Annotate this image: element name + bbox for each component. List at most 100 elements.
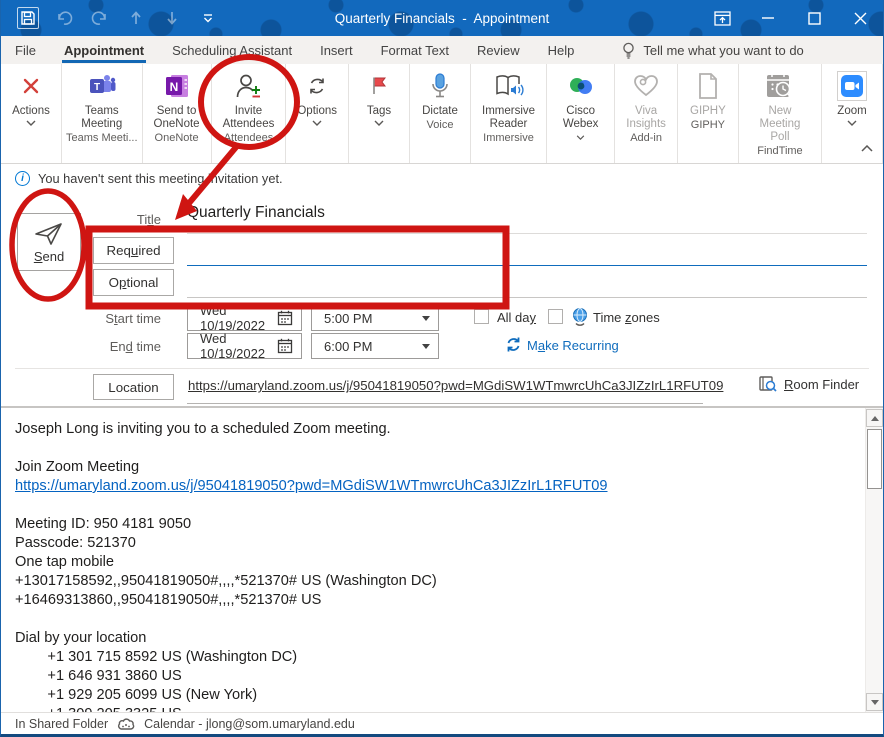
move-down-icon[interactable]: [161, 7, 183, 29]
chevron-down-icon: [312, 120, 322, 126]
optional-field-underline: [187, 297, 867, 298]
zoom-meeting-link[interactable]: https://umaryland.zoom.us/j/95041819050?…: [15, 477, 853, 496]
redo-icon[interactable]: [89, 7, 111, 29]
ribbon-group-tags: Tags: [349, 64, 410, 163]
end-time-dropdown[interactable]: 6:00 PM: [311, 333, 439, 359]
info-text: You haven't sent this meeting invitation…: [38, 171, 283, 186]
ribbon-display-options-icon[interactable]: [699, 0, 745, 36]
globe-icon: [571, 307, 589, 326]
optional-button[interactable]: Optional: [93, 269, 174, 296]
minimize-icon[interactable]: [745, 0, 791, 36]
body-line-one-tap-1: +13017158592,,95041819050#,,,,*521370# U…: [15, 572, 853, 591]
tab-file[interactable]: File: [1, 36, 50, 64]
room-finder-icon: [759, 375, 777, 393]
immersive-reader-icon: [494, 70, 524, 102]
options-icon: [306, 70, 328, 102]
all-day-label: All day: [497, 310, 536, 325]
tab-appointment[interactable]: Appointment: [50, 36, 158, 64]
collapse-ribbon-icon[interactable]: [861, 139, 873, 157]
options-button[interactable]: Options: [290, 67, 344, 126]
ribbon-group-giphy: GIPHY GIPHY: [678, 64, 739, 163]
viva-insights-button[interactable]: VivaInsights: [619, 67, 673, 131]
time-zones-label[interactable]: Time zones: [593, 310, 660, 325]
body-line: [15, 610, 853, 629]
body-line: [15, 439, 853, 458]
tab-review[interactable]: Review: [463, 36, 534, 64]
giphy-button[interactable]: GIPHY: [682, 67, 734, 118]
scrollbar-thumb[interactable]: [867, 429, 882, 489]
onenote-icon: N: [164, 70, 190, 102]
tell-me-box[interactable]: Tell me what you want to do: [622, 42, 803, 59]
group-caption-teams[interactable]: Teams Meeti...: [66, 131, 138, 148]
teams-meeting-button[interactable]: T TeamsMeeting: [74, 67, 129, 131]
group-caption-add-in[interactable]: Add-in: [630, 131, 662, 148]
make-recurring-link[interactable]: Make Recurring: [527, 338, 619, 353]
body-line-one-tap-2: +16469313860,,95041819050#,,,,*521370# U…: [15, 591, 853, 610]
ribbon-group-teams-meeting: T TeamsMeeting Teams Meeti...: [62, 64, 143, 163]
tell-me-label: Tell me what you want to do: [643, 43, 803, 58]
quick-access-toolbar: [1, 7, 271, 29]
end-date-picker[interactable]: Wed 10/19/2022: [187, 333, 302, 359]
required-field-underline: [187, 265, 867, 266]
ribbon-group-options: Options: [286, 64, 349, 163]
customize-quick-access-toolbar-icon[interactable]: [197, 7, 219, 29]
body-line-meeting-id: Meeting ID: 950 4181 9050: [15, 515, 853, 534]
body-line-dial-4: +1 309 205 3325 US: [15, 705, 853, 712]
tab-help[interactable]: Help: [534, 36, 589, 64]
room-finder-button[interactable]: Room Finder: [759, 375, 859, 393]
ribbon-group-zoom: Zoom: [822, 64, 883, 163]
ribbon-group-webex: CiscoWebex: [547, 64, 615, 163]
start-date-picker[interactable]: Wed 10/19/2022: [187, 305, 302, 331]
ribbon-tab-bar: File Appointment Scheduling Assistant In…: [1, 36, 883, 64]
vertical-scrollbar[interactable]: [865, 408, 883, 712]
zoom-button[interactable]: Zoom: [826, 67, 878, 126]
immersive-reader-button[interactable]: ImmersiveReader: [475, 67, 542, 131]
save-icon[interactable]: [17, 7, 39, 29]
invite-attendees-button[interactable]: InviteAttendees: [216, 67, 282, 131]
group-caption-giphy[interactable]: GIPHY: [691, 118, 725, 135]
time-zones-checkbox[interactable]: [548, 309, 563, 324]
calendar-icon: [277, 310, 293, 326]
undo-icon[interactable]: [53, 7, 75, 29]
ribbon-group-findtime: NewMeeting Poll FindTime: [739, 64, 822, 163]
group-caption-onenote[interactable]: OneNote: [155, 131, 199, 148]
group-caption-findtime[interactable]: FindTime: [757, 144, 802, 161]
tags-button[interactable]: Tags: [353, 67, 405, 126]
info-bar: i You haven't sent this meeting invitati…: [1, 164, 883, 192]
lightbulb-icon: [622, 42, 635, 59]
title-label: Title: [61, 212, 161, 227]
tab-insert[interactable]: Insert: [306, 36, 367, 64]
ribbon-group-immersive: ImmersiveReader Immersive: [471, 64, 547, 163]
message-body[interactable]: Joseph Long is inviting you to a schedul…: [1, 407, 883, 712]
move-up-icon[interactable]: [125, 7, 147, 29]
new-meeting-poll-button[interactable]: NewMeeting Poll: [743, 67, 817, 144]
location-field[interactable]: https://umaryland.zoom.us/j/95041819050?…: [188, 378, 723, 393]
body-line-dial-2: +1 646 931 3860 US: [15, 667, 853, 686]
scroll-up-icon[interactable]: [866, 409, 883, 427]
group-caption-attendees[interactable]: Attendees: [224, 131, 274, 148]
paper-plane-icon: [34, 222, 64, 246]
ribbon-group-actions: Actions: [1, 64, 62, 163]
title-field[interactable]: Quarterly Financials: [187, 204, 325, 222]
dropdown-arrow-icon: [422, 344, 430, 349]
all-day-checkbox[interactable]: [474, 309, 489, 324]
body-line: Joseph Long is inviting you to a schedul…: [15, 420, 853, 439]
actions-button[interactable]: Actions: [5, 67, 57, 126]
send-to-onenote-button[interactable]: N Send toOneNote: [147, 67, 207, 131]
tab-scheduling-assistant[interactable]: Scheduling Assistant: [158, 36, 306, 64]
tab-format-text[interactable]: Format Text: [367, 36, 463, 64]
location-button[interactable]: Location: [93, 374, 174, 400]
ribbon-group-attendees: InviteAttendees Attendees: [212, 64, 287, 163]
maximize-icon[interactable]: [791, 0, 837, 36]
calendar-account: Calendar - jlong@som.umaryland.edu: [144, 717, 355, 731]
cisco-webex-button[interactable]: CiscoWebex: [551, 67, 610, 144]
close-icon[interactable]: [837, 0, 883, 36]
group-caption-voice[interactable]: Voice: [427, 118, 454, 135]
start-time-dropdown[interactable]: 5:00 PM: [311, 305, 439, 331]
scroll-down-icon[interactable]: [866, 693, 883, 711]
dictate-button[interactable]: Dictate: [414, 67, 466, 118]
chevron-down-icon: [26, 120, 36, 126]
required-button[interactable]: Required: [93, 237, 174, 264]
group-caption-immersive[interactable]: Immersive: [483, 131, 534, 148]
webex-icon: [568, 70, 594, 102]
